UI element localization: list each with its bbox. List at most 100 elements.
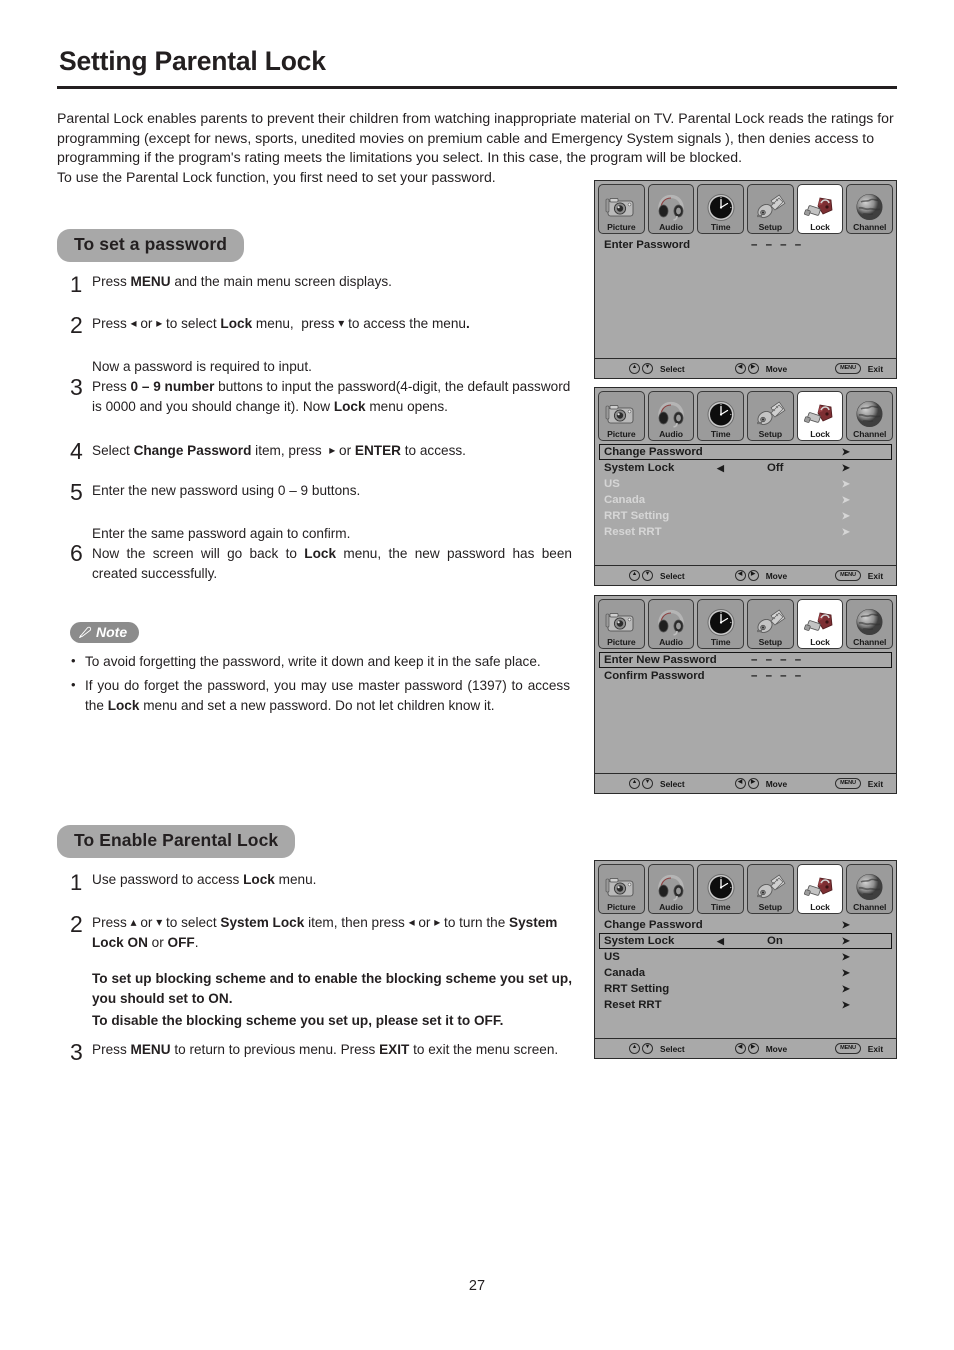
osd-menu-row[interactable]: Enter New Password – – – – — [599, 652, 892, 668]
osd-tab-channel[interactable]: Channel — [846, 184, 894, 234]
osd-row-label: US — [604, 951, 620, 963]
osd-tab-label: Lock — [810, 429, 830, 439]
osd-panel-new-password[interactable]: Picture Audio Time Setup Lock Channel En… — [594, 595, 897, 794]
osd-tab-audio[interactable]: Audio — [647, 184, 695, 234]
right-arrow-icon[interactable]: ➤ — [842, 447, 850, 458]
osd-menu-row[interactable]: US ➤ — [599, 476, 892, 492]
osd-menu-row[interactable]: Canada ➤ — [599, 492, 892, 508]
osd-footer-move: ◀ ▶ Move — [734, 570, 787, 581]
osd-tab-label: Setup — [758, 429, 783, 439]
osd-menu-row[interactable]: Confirm Password – – – – — [599, 668, 892, 684]
password-placeholder: – – – – — [751, 239, 804, 251]
osd-menu-row[interactable]: Change Password ➤ — [599, 444, 892, 460]
osd-tab-label: Time — [710, 429, 731, 439]
clock-icon — [698, 607, 743, 637]
right-arrow-icon[interactable]: ➤ — [842, 527, 850, 538]
osd-tab-lock[interactable]: Lock — [796, 599, 844, 649]
right-arrow-icon[interactable]: ➤ — [842, 936, 850, 947]
padlock-icon — [798, 607, 843, 637]
globe-icon — [847, 399, 892, 429]
step-item: 1 Press MENU and the main menu screen di… — [60, 272, 560, 296]
osd-tab-label: Picture — [607, 222, 636, 232]
menu-key-icon: MENU — [835, 778, 861, 789]
step-item: 5 Enter the new password using 0 – 9 but… — [60, 481, 560, 504]
right-arrow-icon[interactable]: ➤ — [842, 984, 850, 995]
osd-row-label: Reset RRT — [604, 999, 662, 1011]
osd-footer-label: Select — [660, 363, 685, 374]
osd-body: Enter Password – – – – — [595, 234, 896, 358]
osd-tab-setup[interactable]: Setup — [747, 184, 794, 234]
dpad-key-icon: ▼ — [642, 570, 653, 581]
osd-tab-time[interactable]: Time — [697, 391, 745, 441]
osd-row-label: Canada — [604, 494, 646, 506]
clock-icon — [698, 872, 743, 902]
right-arrow-icon[interactable]: ➤ — [842, 495, 850, 506]
osd-menu-row[interactable]: RRT Setting ➤ — [599, 508, 892, 524]
dpad-key-icon: ▲ — [629, 363, 640, 374]
osd-tab-label: Picture — [607, 902, 636, 912]
osd-tab-lock[interactable]: Lock — [796, 864, 844, 914]
osd-menu-row[interactable]: Enter Password – – – – — [599, 237, 892, 253]
osd-tab-channel[interactable]: Channel — [846, 864, 894, 914]
right-arrow-icon[interactable]: ➤ — [842, 1000, 850, 1011]
step-item: 4 Select Change Password item, press ▸ o… — [60, 440, 560, 463]
intro-text-block: Parental Lock enables parents to prevent… — [57, 109, 900, 187]
osd-tab-setup[interactable]: Setup — [747, 391, 794, 441]
left-arrow-icon[interactable]: ◀ — [717, 463, 724, 474]
osd-menu-row[interactable]: Reset RRT ➤ — [599, 997, 892, 1013]
step-number: 3 — [70, 1039, 83, 1065]
osd-tab-channel[interactable]: Channel — [846, 391, 894, 441]
osd-tab-lock[interactable]: Lock — [796, 391, 844, 441]
right-arrow-icon[interactable]: ➤ — [842, 463, 850, 474]
osd-tab-picture[interactable]: Picture — [598, 599, 645, 649]
osd-tab-audio[interactable]: Audio — [647, 391, 695, 441]
osd-menu-row[interactable]: RRT Setting ➤ — [599, 981, 892, 997]
emphasis-text-on: To set up blocking scheme and to enable … — [92, 971, 572, 1006]
right-arrow-icon[interactable]: ➤ — [842, 920, 850, 931]
osd-body: Change Password ➤ System Lock ◀ On ➤ US ➤ Canada… — [595, 914, 896, 1038]
osd-tab-setup[interactable]: Setup — [747, 599, 794, 649]
osd-tab-picture[interactable]: Picture — [598, 391, 645, 441]
osd-tab-picture[interactable]: Picture — [598, 864, 645, 914]
osd-menu-row[interactable]: Canada ➤ — [599, 965, 892, 981]
osd-menu-row[interactable]: Reset RRT ➤ — [599, 524, 892, 540]
right-arrow-icon[interactable]: ➤ — [842, 479, 850, 490]
right-arrow-icon[interactable]: ➤ — [842, 511, 850, 522]
left-arrow-icon[interactable]: ◀ — [717, 936, 724, 947]
step-text: Press ▴ or ▾ to select System Lock item,… — [92, 912, 572, 1031]
connector-icon — [748, 607, 793, 637]
step-item: 2 Press ▴ or ▾ to select System Lock ite… — [60, 912, 572, 1031]
osd-tab-label: Picture — [607, 637, 636, 647]
password-placeholder: – – – – — [751, 670, 804, 682]
right-arrow-icon[interactable]: ➤ — [842, 968, 850, 979]
osd-tab-label: Time — [710, 637, 731, 647]
dpad-key-icon: ▼ — [642, 778, 653, 789]
right-arrow-icon[interactable]: ➤ — [842, 952, 850, 963]
osd-tab-audio[interactable]: Audio — [647, 864, 695, 914]
osd-tab-time[interactable]: Time — [697, 599, 745, 649]
step-text: Enter the same password again to confirm… — [92, 526, 572, 581]
osd-row-label: RRT Setting — [604, 510, 670, 522]
osd-tab-time[interactable]: Time — [697, 184, 745, 234]
osd-row-label: Change Password — [604, 919, 703, 931]
osd-tab-setup[interactable]: Setup — [747, 864, 794, 914]
osd-row-label: Canada — [604, 967, 646, 979]
osd-tab-lock[interactable]: Lock — [796, 184, 844, 234]
osd-tab-channel[interactable]: Channel — [846, 599, 894, 649]
osd-menu-row[interactable]: System Lock ◀ Off ➤ — [599, 460, 892, 476]
osd-menu-row[interactable]: Change Password ➤ — [599, 917, 892, 933]
osd-menu-row[interactable]: US ➤ — [599, 949, 892, 965]
osd-tab-bar: Picture Audio Time Setup Lock Channel — [595, 596, 896, 649]
osd-tab-audio[interactable]: Audio — [647, 599, 695, 649]
osd-panel-lock-menu-on[interactable]: Picture Audio Time Setup Lock Channel Ch… — [594, 860, 897, 1059]
camera-icon — [599, 399, 644, 429]
osd-footer-label: Move — [765, 363, 788, 374]
osd-tab-picture[interactable]: Picture — [598, 184, 645, 234]
osd-menu-row[interactable]: System Lock ◀ On ➤ — [599, 933, 892, 949]
dpad-key-icon: ◀ — [734, 778, 746, 789]
osd-panel-lock-menu-off[interactable]: Picture Audio Time Setup Lock Channel Ch… — [594, 387, 897, 586]
headphones-icon — [649, 872, 694, 902]
osd-tab-time[interactable]: Time — [697, 864, 745, 914]
osd-body: Change Password ➤ System Lock ◀ Off ➤ US ➤ Canad… — [595, 441, 896, 565]
osd-panel-enter-password[interactable]: Picture Audio Time Setup Lock Channel En… — [594, 180, 897, 379]
